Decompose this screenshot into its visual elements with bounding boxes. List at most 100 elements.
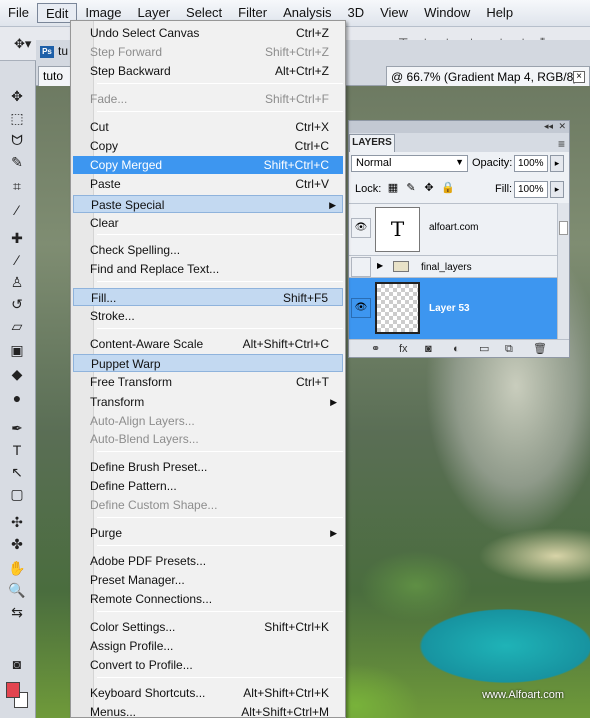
pen-tool-icon[interactable]: ✒ [7,419,27,437]
menu-item-keyboard-shortcuts[interactable]: Keyboard Shortcuts... Alt+Shift+Ctrl+K [73,684,343,702]
menu-item-find-and-replace-text[interactable]: Find and Replace Text... [73,260,343,278]
layer-style-icon[interactable]: fx [399,343,408,355]
text-layer-thumbnail: T [375,207,420,252]
blend-mode-select[interactable]: Normal ▼ [351,155,468,172]
visibility-eye-icon[interactable]: 👁 [351,218,371,238]
link-layers-icon[interactable]: ⚭ [371,343,380,355]
menu-item-label: Adobe PDF Presets... [90,554,207,568]
add-mask-icon[interactable]: ◙ [425,343,432,355]
menu-item-paste-special[interactable]: Paste Special ▶ [73,195,343,213]
history-brush-tool-icon[interactable]: ↺ [7,295,27,313]
menu-view[interactable]: View [372,3,416,23]
layer-row-alfoart[interactable]: 👁 T alfoart.com [349,203,557,255]
3d-orbit-tool-icon[interactable]: ✤ [7,535,27,553]
type-tool-icon[interactable]: T [7,441,27,459]
blend-mode-value: Normal [356,157,392,169]
panel-menu-icon[interactable]: ≡ [558,137,565,151]
lasso-tool-icon[interactable]: ᗢ [7,131,27,149]
menu-item-label: Define Pattern... [90,479,177,493]
menu-file[interactable]: File [0,3,37,23]
menu-item-puppet-warp[interactable]: Puppet Warp [73,354,343,372]
menu-item-color-settings[interactable]: Color Settings... Shift+Ctrl+K [73,618,343,636]
opacity-field[interactable]: 100% [514,155,548,172]
layer-row-final-layers[interactable]: ▶ final_layers [349,255,557,277]
menu-item-menus[interactable]: Menus... Alt+Shift+Ctrl+M [73,703,343,717]
menu-item-remote-connections[interactable]: Remote Connections... [73,590,343,608]
eyedropper-tool-icon[interactable]: ⁄ [7,201,27,219]
move-tool-icon[interactable]: ✥▾ [14,36,31,52]
healing-tool-icon[interactable]: ✚ [7,229,27,247]
layer-row-layer-53[interactable]: 👁 Layer 53 [349,277,557,339]
menu-help[interactable]: Help [478,3,521,23]
document-tab-title[interactable]: @ 66.7% (Gradient Map 4, RGB/8) * × [386,66,590,86]
menu-item-label: Free Transform [90,375,173,389]
path-select-tool-icon[interactable]: ↖ [7,463,27,481]
menu-item-convert-to-profile[interactable]: Convert to Profile... [73,656,343,674]
collapse-panel-icon[interactable]: ◂◂ [544,121,553,132]
menu-item-free-transform[interactable]: Free Transform Ctrl+T [73,373,343,391]
menu-item-label: Purge [90,526,123,540]
quick-select-tool-icon[interactable]: ✎ [7,153,27,171]
3d-rotate-tool-icon[interactable]: ✣ [7,513,27,531]
dodge-tool-icon[interactable]: ● [7,389,27,407]
close-tab-icon[interactable]: × [573,71,585,83]
menu-item-auto-align-layers[interactable]: Auto-Align Layers... [73,412,343,430]
new-layer-icon[interactable]: ⧉ [505,343,513,355]
expand-arrow-icon[interactable]: ▶ [377,261,383,270]
menu-item-define-custom-shape[interactable]: Define Custom Shape... [73,496,343,514]
menu-item-fade[interactable]: Fade... Shift+Ctrl+F [73,90,343,108]
zoom-tool-icon[interactable]: 🔍 [7,581,27,599]
menu-item-check-spelling[interactable]: Check Spelling... [73,241,343,259]
menu-item-auto-blend-layers[interactable]: Auto-Blend Layers... [73,430,343,448]
menu-item-content-aware-scale[interactable]: Content-Aware Scale Alt+Shift+Ctrl+C [73,335,343,353]
crop-tool-icon[interactable]: ⌗ [7,177,27,195]
close-panel-icon[interactable]: ✕ [558,121,566,132]
menu-item-clear[interactable]: Clear [73,214,343,232]
shape-tool-icon[interactable]: ▢ [7,485,27,503]
foreground-color-swatch[interactable] [6,682,20,698]
menu-window[interactable]: Window [416,3,478,23]
delete-layer-icon[interactable]: 🗑 [533,343,547,355]
new-group-icon[interactable]: ▭ [479,343,489,355]
opacity-slider-button[interactable]: ▸ [550,155,564,172]
swap-colors-icon[interactable]: ⇆ [7,603,27,621]
menu-item-undo-select-canvas[interactable]: Undo Select Canvas Ctrl+Z [73,24,343,42]
lock-pixels-icon[interactable]: ✎ [405,182,417,194]
menu-item-copy[interactable]: Copy Ctrl+C [73,137,343,155]
fill-slider-button[interactable]: ▸ [550,181,564,198]
lock-position-icon[interactable]: ✥ [423,182,435,194]
menu-item-define-brush-preset[interactable]: Define Brush Preset... [73,458,343,476]
quick-mask-icon[interactable]: ◙ [7,655,27,673]
menu-item-step-forward[interactable]: Step Forward Shift+Ctrl+Z [73,43,343,61]
menu-item-transform[interactable]: Transform ▶ [73,393,343,411]
eraser-tool-icon[interactable]: ▱ [7,317,27,335]
stamp-tool-icon[interactable]: ♙ [7,273,27,291]
brush-tool-icon[interactable]: ∕ [7,251,27,269]
lock-all-icon[interactable]: 🔒 [441,182,455,194]
menu-item-shortcut: Ctrl+Z [296,26,329,40]
tab-layers[interactable]: LAYERS [349,134,395,152]
menu-item-stroke[interactable]: Stroke... [73,307,343,325]
visibility-eye-icon[interactable]: 👁 [351,298,371,318]
menu-item-copy-merged[interactable]: Copy Merged Shift+Ctrl+C [73,156,343,174]
scrollbar-thumb[interactable] [559,221,568,235]
hand-tool-icon[interactable]: ✋ [7,559,27,577]
menu-item-step-backward[interactable]: Step Backward Alt+Ctrl+Z [73,62,343,80]
menu-item-preset-manager[interactable]: Preset Manager... [73,571,343,589]
marquee-tool-icon[interactable]: ⬚ [7,109,27,127]
blur-tool-icon[interactable]: ◆ [7,365,27,383]
menu-item-purge[interactable]: Purge ▶ [73,524,343,542]
menu-item-define-pattern[interactable]: Define Pattern... [73,477,343,495]
layers-scrollbar[interactable] [557,203,569,339]
menu-item-adobe-pdf-presets[interactable]: Adobe PDF Presets... [73,552,343,570]
move-tool-icon[interactable]: ✥ [7,87,27,105]
adjustment-layer-icon[interactable]: ◐ [453,343,460,355]
menu-item-cut[interactable]: Cut Ctrl+X [73,118,343,136]
visibility-toggle-empty[interactable] [351,257,371,277]
menu-item-fill[interactable]: Fill... Shift+F5 [73,288,343,306]
gradient-tool-icon[interactable]: ▣ [7,341,27,359]
fill-field[interactable]: 100% [514,181,548,198]
menu-item-paste[interactable]: Paste Ctrl+V [73,175,343,193]
menu-item-assign-profile[interactable]: Assign Profile... [73,637,343,655]
lock-transparency-icon[interactable]: ▦ [387,182,399,194]
